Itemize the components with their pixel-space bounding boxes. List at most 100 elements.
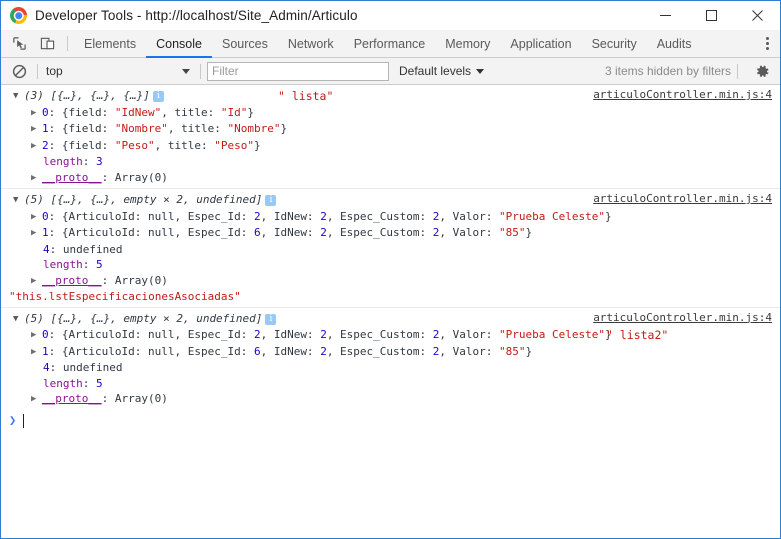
tab-elements[interactable]: Elements: [74, 30, 146, 57]
array-index: 0: [42, 105, 49, 119]
string-log-row: "this.lstEspecificacionesAsociadas": [1, 289, 780, 305]
hidden-items-message: 3 items hidden by filters: [604, 64, 731, 78]
expand-triangle-icon[interactable]: ▼: [13, 89, 24, 105]
array-index: 2: [42, 138, 49, 152]
expand-triangle-icon[interactable]: ▶: [31, 392, 42, 408]
tab-performance[interactable]: Performance: [344, 30, 436, 57]
expand-triangle-icon[interactable]: ▶: [31, 274, 42, 290]
source-link[interactable]: articuloController.min.js:4: [593, 311, 772, 324]
gear-icon[interactable]: [750, 59, 774, 83]
expand-triangle-icon[interactable]: ▼: [13, 193, 24, 209]
log-levels-select[interactable]: Default levels: [399, 64, 485, 78]
console-message[interactable]: articuloController.min.js:4 ▼ (5) [{…}, {…: [1, 308, 780, 410]
info-badge-icon: i: [265, 195, 277, 206]
proto-row[interactable]: ▶ __proto__: Array(0): [1, 391, 780, 408]
object-row[interactable]: ▶ 1: {ArticuloId: null, Espec_Id: 6, IdNe…: [1, 225, 780, 242]
expand-triangle-icon[interactable]: ▶: [31, 210, 42, 226]
tab-audits[interactable]: Audits: [647, 30, 702, 57]
logged-string: "this.lstEspecificacionesAsociadas": [9, 290, 241, 303]
console-message[interactable]: articuloController.min.js:4 ▼ (3) [{…}, {…: [1, 85, 780, 189]
console-output[interactable]: articuloController.min.js:4 ▼ (3) [{…}, {…: [1, 85, 780, 538]
length-row: length: 3: [43, 155, 103, 168]
filter-divider-1: [37, 63, 38, 79]
filter-divider-3: [737, 63, 738, 79]
object-row[interactable]: ▶ 2: {field: "Peso", title: "Peso"}: [1, 138, 780, 155]
array-index: 0: [42, 328, 49, 341]
array-preview: [{…}, {…}, empty × 2, undefined]: [43, 311, 263, 325]
expand-triangle-icon[interactable]: ▶: [31, 171, 42, 187]
expand-triangle-icon[interactable]: ▶: [31, 328, 42, 344]
console-filter-bar: top Default levels 3 items hidden by fil…: [1, 58, 780, 85]
window-controls: [642, 1, 780, 30]
object-row[interactable]: ▶ 0: {ArticuloId: null, Espec_Id: 2, IdNe…: [1, 209, 780, 226]
chrome-logo-icon: [10, 7, 27, 24]
undefined-row: 4: undefined: [43, 361, 123, 374]
source-link[interactable]: articuloController.min.js:4: [593, 88, 772, 101]
maximize-button[interactable]: [688, 1, 734, 30]
array-preview: [{…}, {…}, empty × 2, undefined]: [43, 193, 263, 206]
length-value: 5: [96, 258, 103, 271]
expand-triangle-icon[interactable]: ▶: [31, 139, 42, 155]
inspect-element-icon[interactable]: [5, 30, 33, 57]
minimize-button[interactable]: [642, 1, 688, 30]
tab-security[interactable]: Security: [582, 30, 647, 57]
undefined-row: 4: undefined: [43, 242, 123, 256]
array-index: 1: [42, 122, 49, 135]
proto-row[interactable]: ▶ __proto__: Array(0): [1, 170, 780, 187]
console-trailing-label: " lista": [278, 89, 334, 103]
expand-triangle-icon[interactable]: ▶: [31, 106, 42, 122]
text-caret: [23, 413, 24, 428]
tab-network[interactable]: Network: [278, 30, 344, 57]
info-badge-icon: i: [265, 313, 277, 325]
log-levels-label: Default levels: [399, 64, 472, 78]
close-button[interactable]: [734, 1, 780, 30]
length-label: length: [43, 258, 83, 271]
source-link[interactable]: articuloController.min.js:4: [593, 192, 772, 205]
array-index: 4: [43, 242, 50, 256]
array-count: (3): [24, 89, 44, 102]
length-label: length: [43, 376, 83, 390]
tab-sources[interactable]: Sources: [212, 30, 278, 57]
execution-context-select[interactable]: top: [44, 61, 194, 81]
length-row: length: 5: [43, 258, 103, 271]
console-trailing-label: " lista2": [606, 327, 669, 342]
array-count: (5): [24, 193, 44, 206]
object-row[interactable]: ▶ 1: {ArticuloId: null, Espec_Id: 6, IdNe…: [1, 344, 780, 361]
prompt-chevron-icon: ❯: [9, 412, 17, 427]
proto-label: __proto__: [42, 392, 102, 405]
title-bar: Developer Tools - http://localhost/Site_…: [1, 1, 780, 30]
kebab-menu-icon[interactable]: [754, 30, 780, 58]
proto-label: __proto__: [42, 273, 102, 287]
proto-label: __proto__: [42, 170, 102, 184]
filter-input[interactable]: [207, 61, 389, 81]
array-index: 4: [43, 361, 50, 374]
chevron-down-icon: [182, 68, 190, 74]
object-row[interactable]: ▶ 0: {field: "IdNew", title: "Id"}: [1, 105, 780, 122]
devtools-tab-bar: Elements Console Sources Network Perform…: [1, 30, 780, 58]
expand-triangle-icon[interactable]: ▶: [31, 122, 42, 138]
array-preview: [{…}, {…}, {…}]: [43, 89, 150, 102]
tab-bar-right: [741, 30, 780, 57]
length-label: length: [43, 155, 83, 168]
window-title: Developer Tools - http://localhost/Site_…: [35, 8, 358, 23]
console-prompt[interactable]: ❯: [1, 410, 780, 428]
array-index: 1: [42, 226, 49, 239]
tab-memory[interactable]: Memory: [435, 30, 500, 57]
tab-application[interactable]: Application: [500, 30, 581, 57]
object-row[interactable]: ▶ 1: {field: "Nombre", title: "Nombre"}: [1, 121, 780, 138]
console-message[interactable]: articuloController.min.js:4 ▼ (5) [{…}, {…: [1, 189, 780, 308]
devtools-window: Developer Tools - http://localhost/Site_…: [0, 0, 781, 539]
length-row: length: 5: [43, 376, 103, 390]
device-toolbar-icon[interactable]: [33, 30, 61, 57]
toolbar-divider: [67, 36, 68, 51]
expand-triangle-icon[interactable]: ▶: [31, 345, 42, 361]
proto-row[interactable]: ▶ __proto__: Array(0): [1, 273, 780, 290]
length-value: 3: [96, 155, 103, 168]
tab-console[interactable]: Console: [146, 30, 212, 58]
expand-triangle-icon[interactable]: ▼: [13, 312, 24, 328]
length-value: 5: [96, 376, 103, 390]
filter-divider-2: [200, 63, 201, 79]
info-badge-icon: i: [152, 91, 164, 102]
clear-console-icon[interactable]: [7, 59, 31, 83]
expand-triangle-icon[interactable]: ▶: [31, 226, 42, 242]
